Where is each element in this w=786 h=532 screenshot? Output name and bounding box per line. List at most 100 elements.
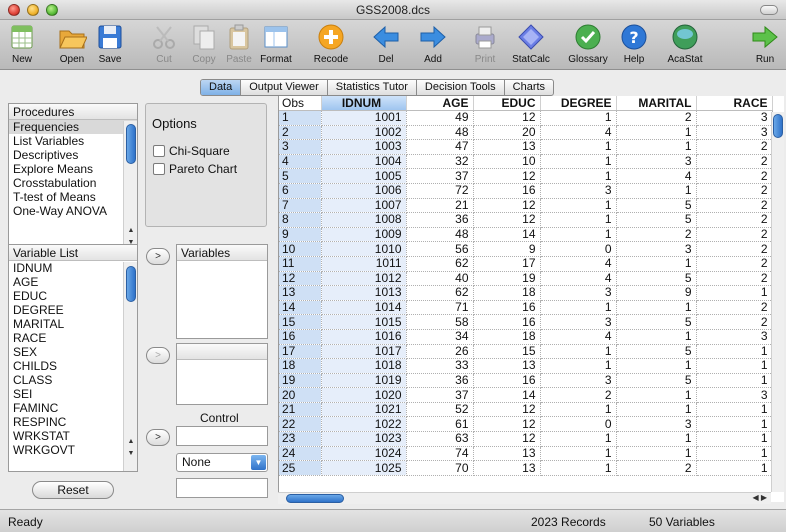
table-cell[interactable]: 12 [473, 212, 541, 228]
table-cell[interactable]: 19 [473, 271, 541, 287]
table-cell[interactable]: 1019 [321, 373, 407, 389]
table-cell[interactable]: 9 [279, 227, 322, 243]
tab-statistics-tutor[interactable]: Statistics Tutor [328, 80, 417, 95]
copy-button[interactable]: Copy [184, 22, 224, 68]
table-cell[interactable]: 48 [406, 227, 474, 243]
table-cell[interactable]: 3 [616, 241, 697, 257]
table-cell[interactable]: 49 [406, 110, 474, 126]
print-button[interactable]: Print [465, 22, 505, 68]
table-cell[interactable]: 1 [540, 460, 617, 476]
variable-item[interactable]: DEGREE [9, 303, 137, 317]
extra-field[interactable] [176, 478, 268, 498]
table-cell[interactable]: 14 [473, 387, 541, 403]
table-cell[interactable]: 5 [616, 271, 697, 287]
recode-button[interactable]: Recode [311, 22, 351, 68]
table-cell[interactable]: 62 [406, 256, 474, 272]
table-row[interactable]: 24 1024 74 13 1 1 1 [279, 446, 773, 462]
table-cell[interactable]: 16 [279, 329, 322, 345]
table-cell[interactable]: 33 [406, 358, 474, 374]
table-cell[interactable]: 5 [616, 344, 697, 360]
grid-vertical-scrollbar[interactable] [771, 112, 784, 492]
table-cell[interactable]: 1 [540, 154, 617, 170]
variable-item[interactable]: SEI [9, 387, 137, 401]
tab-decision-tools[interactable]: Decision Tools [417, 80, 505, 95]
table-cell[interactable]: 72 [406, 183, 474, 199]
table-cell[interactable]: 1 [616, 358, 697, 374]
table-cell[interactable]: 1012 [321, 271, 407, 287]
variable-item[interactable]: CHILDS [9, 359, 137, 373]
procedure-item[interactable]: Crosstabulation [9, 176, 137, 190]
paste-button[interactable]: Paste [219, 22, 259, 68]
table-cell[interactable]: 2 [696, 183, 773, 199]
scroll-down-arrow-icon[interactable]: ▼ [126, 450, 136, 457]
variable-item[interactable]: SEX [9, 345, 137, 359]
table-cell[interactable]: 15 [473, 344, 541, 360]
table-cell[interactable]: 2 [616, 110, 697, 126]
table-row[interactable]: 16 1016 34 18 4 1 3 [279, 329, 773, 345]
procedure-item[interactable]: List Variables [9, 134, 137, 148]
scroll-up-arrow-icon[interactable]: ▲ [126, 227, 136, 234]
table-cell[interactable]: 1 [540, 431, 617, 447]
table-cell[interactable]: 1 [696, 416, 773, 433]
table-cell[interactable]: 1018 [321, 358, 407, 374]
variable-item[interactable]: WRKGOVT [9, 443, 137, 457]
table-row[interactable]: 5 1005 37 12 1 4 2 [279, 168, 773, 184]
table-cell[interactable]: 13 [279, 285, 322, 301]
table-cell[interactable]: 25 [279, 460, 322, 476]
table-cell[interactable]: 1 [616, 125, 697, 141]
table-row[interactable]: 1 1001 49 12 1 2 3 [279, 110, 773, 126]
table-cell[interactable]: 3 [540, 373, 617, 389]
reset-button[interactable]: Reset [32, 481, 114, 499]
table-cell[interactable]: 1003 [321, 139, 407, 155]
variable-list-scrollbar[interactable]: ▲ ▼ [123, 262, 137, 471]
table-cell[interactable]: 2 [696, 154, 773, 170]
table-cell[interactable]: 1004 [321, 154, 407, 170]
variable-item[interactable]: AGE [9, 275, 137, 289]
table-cell[interactable]: 37 [406, 168, 474, 184]
table-cell[interactable]: 4 [540, 125, 617, 141]
table-cell[interactable]: 1 [616, 139, 697, 155]
table-cell[interactable]: 1 [616, 300, 697, 316]
variable-item[interactable]: RESPINC [9, 415, 137, 429]
table-cell[interactable]: 15 [279, 314, 322, 330]
column-header[interactable]: MARITAL [616, 96, 697, 111]
table-cell[interactable]: 48 [406, 125, 474, 141]
table-cell[interactable]: 1 [616, 446, 697, 462]
help-button[interactable]: ? Help [614, 22, 654, 68]
table-cell[interactable]: 16 [473, 300, 541, 316]
table-cell[interactable]: 1009 [321, 227, 407, 243]
table-cell[interactable]: 2 [696, 212, 773, 228]
control-select[interactable]: None ▼ [176, 453, 268, 472]
table-cell[interactable]: 1 [279, 110, 322, 126]
table-cell[interactable]: 2 [696, 139, 773, 155]
procedure-item[interactable]: Explore Means [9, 162, 137, 176]
table-cell[interactable]: 2 [696, 168, 773, 184]
cut-button[interactable]: Cut [144, 22, 184, 68]
table-cell[interactable]: 18 [473, 329, 541, 345]
table-cell[interactable]: 19 [279, 373, 322, 389]
table-cell[interactable]: 1 [696, 402, 773, 418]
table-cell[interactable]: 1017 [321, 344, 407, 360]
table-cell[interactable]: 21 [406, 198, 474, 214]
add-control-button[interactable]: > [146, 429, 170, 446]
table-cell[interactable]: 1 [616, 183, 697, 199]
table-cell[interactable]: 1001 [321, 110, 407, 126]
table-row[interactable]: 13 1013 62 18 3 9 1 [279, 285, 773, 301]
table-cell[interactable]: 16 [473, 183, 541, 199]
table-cell[interactable]: 58 [406, 314, 474, 330]
table-cell[interactable]: 14 [279, 300, 322, 316]
table-row[interactable]: 4 1004 32 10 1 3 2 [279, 154, 773, 170]
table-cell[interactable]: 18 [473, 285, 541, 301]
del-button[interactable]: Del [366, 22, 406, 68]
procedure-item[interactable]: T-test of Means [9, 190, 137, 204]
table-cell[interactable]: 71 [406, 300, 474, 316]
table-cell[interactable]: 3 [540, 285, 617, 301]
table-cell[interactable]: 3 [616, 416, 697, 433]
table-cell[interactable]: 1 [540, 168, 617, 184]
add-button[interactable]: Add [413, 22, 453, 68]
table-row[interactable]: 7 1007 21 12 1 5 2 [279, 198, 773, 214]
variable-item[interactable]: RACE [9, 331, 137, 345]
table-cell[interactable]: 1015 [321, 314, 407, 330]
checkbox-icon[interactable] [153, 145, 165, 157]
table-cell[interactable]: 40 [406, 271, 474, 287]
